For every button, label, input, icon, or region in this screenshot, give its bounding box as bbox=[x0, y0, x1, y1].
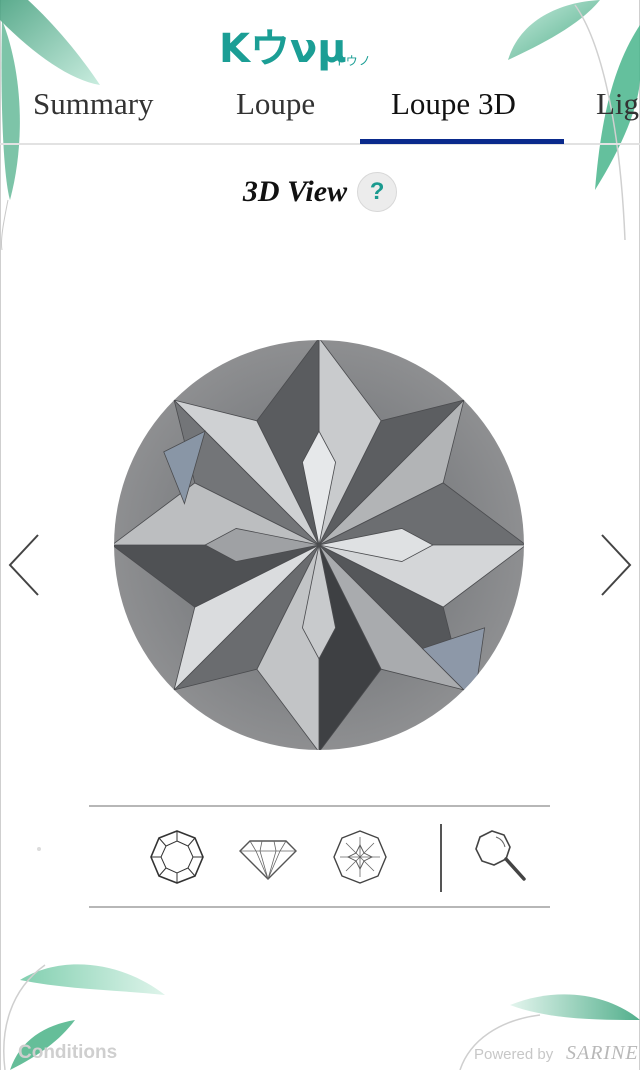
help-button[interactable]: ? bbox=[357, 172, 398, 212]
chevron-right-icon[interactable] bbox=[596, 530, 636, 600]
toolbar-divider bbox=[440, 824, 442, 892]
tab-loupe-3d[interactable]: Loupe 3D bbox=[391, 86, 516, 122]
section-header: 3D View ? bbox=[0, 172, 640, 212]
tab-light[interactable]: Lig bbox=[596, 86, 639, 122]
provider-logo: SARINE bbox=[566, 1042, 639, 1064]
magnifier-icon[interactable] bbox=[470, 827, 530, 887]
section-title: 3D View bbox=[242, 175, 348, 208]
diamond-3d-viewer[interactable] bbox=[112, 338, 526, 752]
speck-mark bbox=[37, 847, 41, 851]
tab-loupe[interactable]: Loupe bbox=[236, 86, 315, 122]
tab-bar: Summary Loupe Loupe 3D Lig bbox=[0, 78, 640, 144]
active-tab-indicator bbox=[360, 139, 564, 144]
conditions-link[interactable]: Conditions bbox=[18, 1042, 117, 1064]
bottom-view-icon[interactable] bbox=[330, 827, 390, 887]
chevron-left-icon[interactable] bbox=[6, 530, 46, 600]
brand-logo-subtitle: ケイウノ bbox=[320, 54, 372, 68]
toolbar-bottom-border bbox=[89, 906, 550, 908]
top-view-icon[interactable] bbox=[147, 827, 207, 887]
side-view-icon[interactable] bbox=[238, 827, 298, 887]
powered-by-label: Powered by bbox=[474, 1046, 554, 1063]
toolbar-top-border bbox=[89, 805, 550, 807]
tab-summary[interactable]: Summary bbox=[33, 86, 154, 122]
